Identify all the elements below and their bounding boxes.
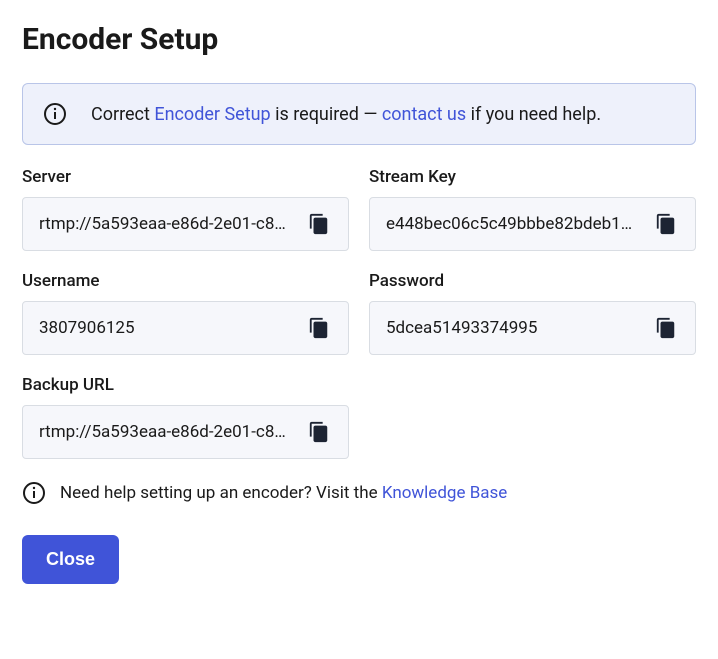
- encoder-setup-link[interactable]: Encoder Setup: [154, 104, 270, 125]
- server-field: Server rtmp://5a593eaa-e86d-2e01-c8…: [22, 167, 349, 251]
- backup-url-field: Backup URL rtmp://5a593eaa-e86d-2e01-c8…: [22, 375, 349, 459]
- help-row: Need help setting up an encoder? Visit t…: [22, 481, 696, 505]
- password-value: 5dcea51493374995: [386, 318, 651, 338]
- alert-suffix: if you need help.: [466, 104, 601, 125]
- copy-icon: [308, 317, 330, 339]
- knowledge-base-link[interactable]: Knowledge Base: [382, 483, 507, 503]
- alert-text: Correct Encoder Setup is required — cont…: [91, 104, 601, 125]
- username-box: 3807906125: [22, 301, 349, 355]
- copy-server-button[interactable]: [304, 209, 334, 239]
- copy-icon: [308, 421, 330, 443]
- copy-icon: [655, 213, 677, 235]
- username-label: Username: [22, 271, 349, 291]
- setup-alert: Correct Encoder Setup is required — cont…: [22, 83, 696, 145]
- stream-key-field: Stream Key e448bec06c5c49bbbe82bdeb1…: [369, 167, 696, 251]
- copy-icon: [308, 213, 330, 235]
- page-title: Encoder Setup: [22, 22, 696, 57]
- contact-us-link[interactable]: contact us: [382, 104, 466, 125]
- backup-url-box: rtmp://5a593eaa-e86d-2e01-c8…: [22, 405, 349, 459]
- alert-prefix: Correct: [91, 104, 154, 125]
- help-text: Need help setting up an encoder? Visit t…: [60, 483, 507, 503]
- server-label: Server: [22, 167, 349, 187]
- copy-stream-key-button[interactable]: [651, 209, 681, 239]
- info-icon: [43, 102, 67, 126]
- username-field: Username 3807906125: [22, 271, 349, 355]
- backup-url-label: Backup URL: [22, 375, 349, 395]
- alert-middle: is required —: [271, 104, 382, 125]
- backup-url-value: rtmp://5a593eaa-e86d-2e01-c8…: [39, 422, 304, 442]
- server-value: rtmp://5a593eaa-e86d-2e01-c8…: [39, 214, 304, 234]
- username-value: 3807906125: [39, 318, 304, 338]
- password-label: Password: [369, 271, 696, 291]
- copy-backup-url-button[interactable]: [304, 417, 334, 447]
- password-box: 5dcea51493374995: [369, 301, 696, 355]
- help-text-prefix: Need help setting up an encoder? Visit t…: [60, 483, 382, 503]
- stream-key-label: Stream Key: [369, 167, 696, 187]
- copy-password-button[interactable]: [651, 313, 681, 343]
- stream-key-box: e448bec06c5c49bbbe82bdeb1…: [369, 197, 696, 251]
- info-icon: [22, 481, 46, 505]
- stream-key-value: e448bec06c5c49bbbe82bdeb1…: [386, 214, 651, 234]
- copy-username-button[interactable]: [304, 313, 334, 343]
- copy-icon: [655, 317, 677, 339]
- server-box: rtmp://5a593eaa-e86d-2e01-c8…: [22, 197, 349, 251]
- close-button[interactable]: Close: [22, 535, 119, 584]
- password-field: Password 5dcea51493374995: [369, 271, 696, 355]
